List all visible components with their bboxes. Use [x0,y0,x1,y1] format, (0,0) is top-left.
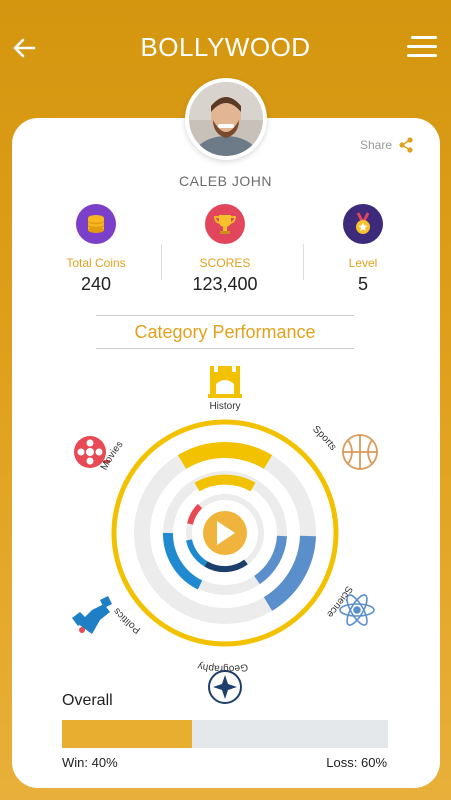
stat-scores: SCORES 123,400 [165,204,285,295]
stat-divider [161,244,162,280]
stat-value: 5 [357,274,368,294]
hamburger-line [407,54,437,57]
category-label-sports: Sports [310,424,338,453]
category-label-politics: Politics [112,606,143,636]
share-button[interactable]: Share [360,137,414,153]
castle-icon [208,366,242,398]
play-button[interactable] [203,511,247,555]
win-progress-fill [62,720,193,748]
overall-label: Overall [62,692,113,709]
compass-icon [208,670,242,704]
share-label: Share [360,138,393,152]
category-label-science: Science [324,584,354,620]
stat-label: SCORES [199,256,251,270]
category-wheel: History Movies Sports Science Politics G… [72,366,378,704]
avatar [185,78,267,160]
overall-progress-bar [62,720,388,748]
share-icon [399,137,413,153]
handshake-icon [72,596,112,634]
hamburger-line [407,45,437,48]
win-percentage: Win: 40% [62,755,118,770]
page-title: BOLLYWOOD [140,32,311,62]
stat-value: 123,400 [192,274,258,294]
stat-label: Total Coins [66,256,126,270]
stat-value: 240 [80,274,112,294]
basketball-icon [342,434,378,470]
stat-level: Level 5 [303,204,423,295]
stat-total-coins: Total Coins 240 [36,204,156,295]
avatar-photo [189,82,263,156]
category-label-history: History [209,401,240,412]
hamburger-menu-icon [411,36,437,39]
loss-percentage: Loss: 60% [326,755,387,770]
menu-button[interactable] [407,36,437,60]
category-label-geography: Geography [197,660,249,674]
medal-icon [343,204,383,244]
trophy-icon [205,204,245,244]
user-name: CALEB JOHN [179,173,272,189]
stat-label: Level [348,256,378,270]
category-performance-title: Category Performance [96,315,354,349]
coins-icon [76,204,116,244]
